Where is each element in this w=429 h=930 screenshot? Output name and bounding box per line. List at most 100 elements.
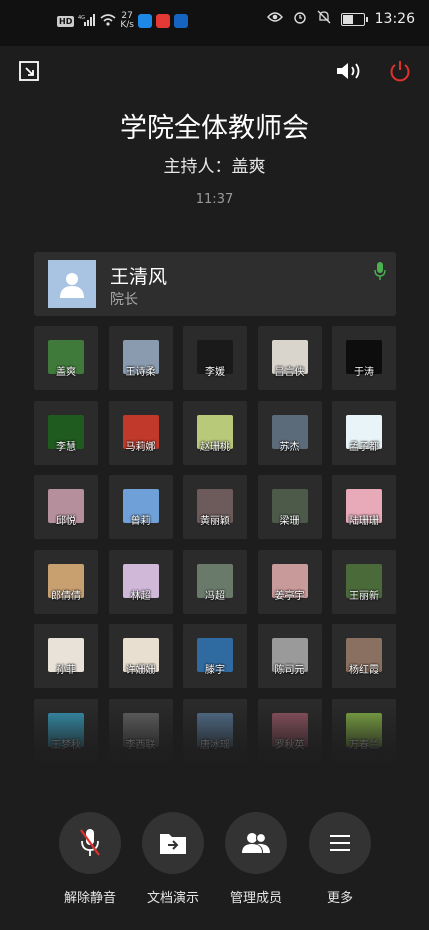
wifi-icon (100, 13, 116, 29)
app-icon-red (155, 14, 170, 28)
participant-tile[interactable]: 孙菲 (34, 624, 98, 688)
participant-name: 曾莉 (130, 516, 151, 527)
participant-name: 林超 (130, 590, 151, 602)
participant-name: 王梦秋 (51, 739, 81, 751)
person-icon (60, 273, 84, 298)
participant-tile[interactable]: 姜亭宇 (257, 549, 322, 614)
participant-name: 王诗柔 (125, 367, 156, 378)
manage-members-button[interactable]: 管理成员 (214, 812, 298, 906)
participant-tile[interactable]: 李西联 (108, 698, 173, 763)
participant-name: 郎倩倩 (51, 590, 81, 602)
folder-share-icon (142, 812, 204, 874)
share-document-label: 文档演示 (146, 891, 199, 906)
share-document-button[interactable]: 文档演示 (131, 812, 215, 906)
muted-microphone-icon (59, 812, 121, 874)
active-speaker-card[interactable]: 王清风 院长 (34, 252, 396, 316)
participant-name: 盖爽 (56, 367, 76, 378)
participant-name: 李媛 (205, 367, 225, 378)
participant-name: 李西联 (125, 739, 156, 751)
participant-name: 邱悦 (56, 516, 76, 527)
participant-tile[interactable]: 陆珊珊 (332, 475, 396, 539)
participant-tile[interactable]: 吕言侠 (257, 326, 322, 390)
participant-tile[interactable]: 王诗柔 (108, 326, 173, 390)
meeting-actions: 解除静音 文档演示 管理成员 更多 (0, 812, 429, 912)
participant-tile[interactable]: 李媛 (183, 326, 247, 390)
participant-name: 孙菲 (56, 665, 76, 676)
participant-tile[interactable]: 于涛 (332, 326, 396, 390)
participant-tile[interactable]: 苏杰 (257, 400, 322, 465)
participant-name: 马莉娜 (125, 441, 156, 453)
hd-badge: HD (57, 15, 75, 27)
participant-name: 罗秋英 (274, 739, 305, 751)
participant-name: 孟子都 (349, 441, 379, 453)
participant-tile[interactable]: 孟子都 (332, 400, 396, 465)
app-icon-blue (137, 14, 152, 28)
battery-icon (340, 12, 368, 26)
speaker-avatar (48, 260, 96, 308)
alarm-icon (293, 10, 307, 28)
participant-name: 陆珊珊 (349, 516, 379, 527)
participant-name: 许姗姗 (125, 665, 156, 676)
manage-members-label: 管理成员 (229, 891, 282, 906)
participant-tile[interactable]: 邱悦 (34, 475, 98, 539)
signal-icon: 4G (78, 13, 96, 29)
speaker-name: 王清风 (110, 266, 168, 288)
participant-name: 陈司元 (274, 665, 305, 676)
participant-name: 梁珊 (279, 516, 300, 527)
participant-tile[interactable]: 陈司元 (257, 624, 322, 688)
menu-icon (309, 812, 371, 874)
meeting-host: 主持人：盖爽 (163, 157, 266, 177)
participant-tile[interactable]: 滕宇 (183, 624, 247, 688)
participant-name: 于涛 (354, 367, 374, 378)
eye-icon (266, 11, 283, 27)
meeting-top-bar (0, 46, 429, 96)
network-speed: 27 K/s (120, 12, 134, 30)
status-bar: HD 4G 27 K/s 13:26 (0, 0, 429, 46)
participant-tile[interactable]: 许姗姗 (108, 624, 173, 688)
unmute-label: 解除静音 (63, 891, 116, 906)
participant-tile[interactable]: 林超 (108, 549, 173, 614)
participant-tile[interactable]: 李慧 (34, 400, 98, 465)
participant-tile[interactable]: 万春兰 (332, 698, 396, 763)
participant-tile[interactable]: 盖爽 (34, 326, 98, 390)
participant-tile[interactable]: 杨红霞 (332, 624, 396, 688)
svg-text:4G: 4G (78, 15, 85, 21)
participant-name: 苏杰 (279, 441, 300, 453)
participant-tile[interactable]: 黄丽颖 (183, 475, 247, 539)
participant-tile[interactable]: 王梦秋 (34, 698, 98, 763)
speed-unit: K/s (120, 20, 134, 30)
participant-tile[interactable]: 罗秋英 (257, 698, 322, 763)
speaker-volume-icon[interactable] (332, 54, 366, 88)
participant-tile[interactable]: 曾莉 (108, 475, 173, 539)
mute-bell-icon (317, 10, 331, 28)
participant-name: 赵珊桃 (200, 441, 230, 453)
participant-tile[interactable]: 马莉娜 (108, 400, 173, 465)
microphone-icon (374, 262, 386, 284)
meeting-elapsed-time: 11:37 (195, 192, 234, 207)
participant-tile[interactable]: 梁珊 (257, 475, 322, 539)
end-meeting-power-icon[interactable] (383, 54, 417, 88)
participant-tile[interactable]: 郎倩倩 (34, 549, 98, 614)
meeting-title: 学院全体教师会 (120, 113, 309, 144)
app-icon-settings (173, 14, 188, 28)
participant-name: 唐冰瑶 (200, 739, 230, 751)
participant-name: 万春兰 (349, 739, 379, 751)
participant-tile[interactable]: 冯超 (183, 549, 247, 614)
participant-name: 王丽新 (349, 590, 379, 602)
clock-time: 13:26 (374, 11, 415, 27)
speaker-role: 院长 (110, 292, 138, 308)
participant-name: 黄丽颖 (200, 516, 230, 527)
participant-name: 吕言侠 (274, 367, 305, 378)
participant-name: 冯超 (205, 590, 225, 602)
participant-name: 杨红霞 (349, 665, 379, 676)
more-label: 更多 (326, 891, 353, 906)
more-button[interactable]: 更多 (298, 812, 382, 906)
participant-name: 李慧 (56, 441, 76, 453)
participant-name: 滕宇 (205, 665, 225, 676)
unmute-button[interactable]: 解除静音 (48, 812, 132, 906)
participant-tile[interactable]: 唐冰瑶 (183, 698, 247, 763)
minimize-window-icon[interactable] (12, 54, 46, 88)
participant-name: 姜亭宇 (274, 590, 305, 602)
participant-tile[interactable]: 王丽新 (332, 549, 396, 614)
participant-tile[interactable]: 赵珊桃 (183, 400, 247, 465)
